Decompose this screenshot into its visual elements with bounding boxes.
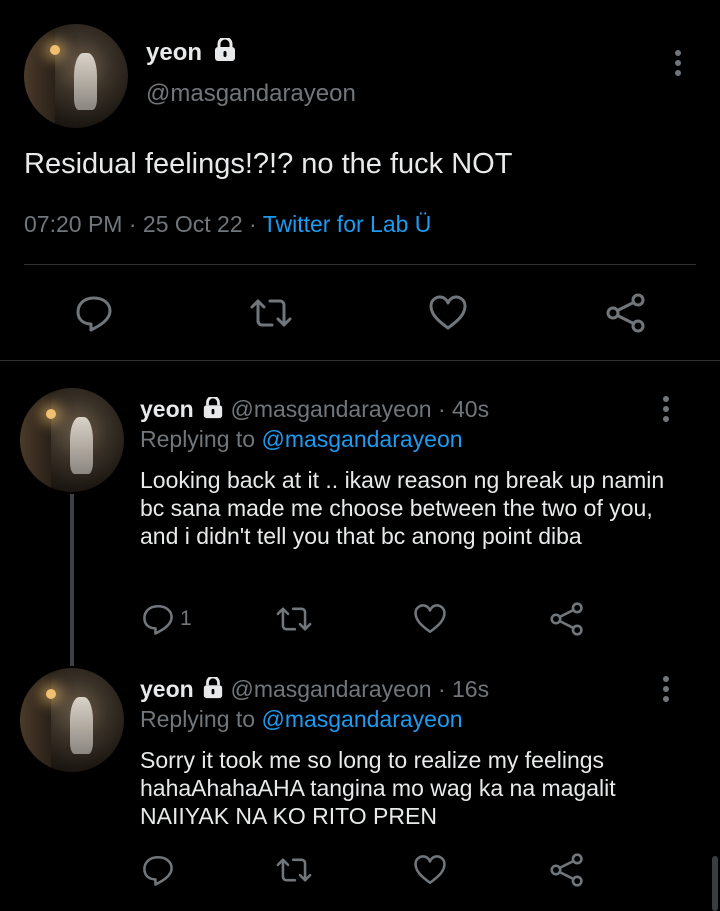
display-name-row: yeon: [146, 36, 237, 69]
reply-text: Sorry it took me so long to realize my f…: [140, 747, 616, 829]
reply-age: 40s: [452, 396, 490, 422]
share-icon[interactable]: [549, 602, 585, 641]
display-name[interactable]: yeon: [140, 676, 194, 702]
reply-count: 1: [180, 607, 192, 630]
retweet-icon[interactable]: [248, 293, 294, 338]
avatar[interactable]: [20, 668, 124, 772]
replying-to-handle[interactable]: @masgandarayeon: [261, 426, 462, 452]
like-icon[interactable]: [413, 853, 447, 892]
display-name[interactable]: yeon: [146, 39, 202, 66]
like-icon[interactable]: [413, 602, 447, 641]
lock-icon: [213, 36, 237, 69]
reply-icon[interactable]: [141, 602, 175, 641]
reply-header: yeon @masgandarayeon · 16s: [140, 675, 490, 705]
tweet-time: 07:20 PM: [24, 211, 123, 237]
avatar[interactable]: [20, 388, 124, 492]
tweet-source[interactable]: Twitter for Lab Ü: [263, 211, 432, 237]
tweet-text: Residual feelings!?!? no the fuck NOT: [24, 148, 513, 180]
meta-separator: ·: [128, 211, 137, 237]
reply-text: Looking back at it .. ikaw reason ng bre…: [140, 467, 665, 549]
replying-to-handle[interactable]: @masgandarayeon: [261, 706, 462, 732]
like-icon[interactable]: [428, 293, 468, 338]
replying-to: Replying to @masgandarayeon: [140, 706, 463, 733]
reply-header: yeon @masgandarayeon · 40s: [140, 395, 490, 425]
thread-line: [70, 494, 74, 666]
retweet-icon[interactable]: [274, 853, 314, 892]
meta-separator: ·: [437, 396, 446, 422]
divider: [0, 360, 720, 361]
lock-icon: [202, 675, 224, 705]
handle[interactable]: @masgandarayeon: [146, 80, 356, 108]
retweet-icon[interactable]: [274, 602, 314, 641]
tweet-meta: 07:20 PM · 25 Oct 22 · Twitter for Lab Ü: [24, 211, 431, 238]
avatar[interactable]: [24, 24, 128, 128]
share-icon[interactable]: [549, 853, 585, 892]
replying-to-label: Replying to: [140, 706, 256, 732]
more-icon[interactable]: [662, 396, 670, 426]
more-icon[interactable]: [662, 676, 670, 706]
replying-to-label: Replying to: [140, 426, 256, 452]
more-icon[interactable]: [674, 50, 682, 80]
handle[interactable]: @masgandarayeon: [230, 676, 431, 702]
divider: [24, 264, 696, 265]
scrollbar[interactable]: [712, 856, 718, 911]
display-name[interactable]: yeon: [140, 396, 194, 422]
reply-icon[interactable]: [74, 293, 114, 338]
meta-separator: ·: [249, 211, 257, 237]
meta-separator: ·: [437, 676, 446, 702]
lock-icon: [202, 395, 224, 425]
handle[interactable]: @masgandarayeon: [230, 396, 431, 422]
reply-icon[interactable]: [141, 853, 175, 892]
reply-age: 16s: [452, 676, 490, 702]
replying-to: Replying to @masgandarayeon: [140, 426, 463, 453]
share-icon[interactable]: [605, 293, 647, 338]
tweet-date: 25 Oct 22: [142, 211, 243, 237]
